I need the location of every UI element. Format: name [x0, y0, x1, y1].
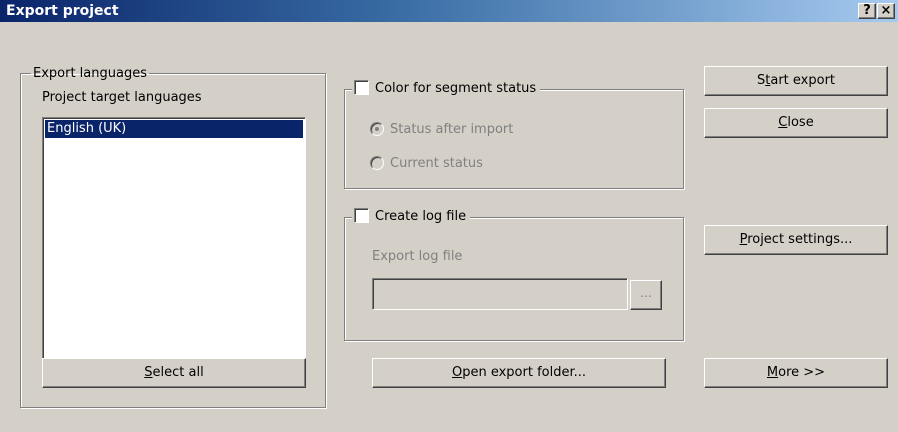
radio-current-status[interactable]: Current status: [370, 155, 483, 173]
export-languages-legend: Export languages: [33, 66, 147, 81]
radio-current-status-label: Current status: [390, 156, 483, 171]
radio-button-icon[interactable]: [370, 155, 384, 170]
project-target-languages-label: Project target languages: [42, 90, 202, 105]
project-settings-button[interactable]: Project settings...: [704, 225, 888, 255]
more-button[interactable]: More >>: [704, 358, 888, 388]
checkbox-box[interactable]: [354, 80, 369, 95]
checkbox-box[interactable]: [354, 208, 369, 223]
target-languages-listbox[interactable]: English (UK): [42, 117, 306, 369]
close-button[interactable]: Close: [704, 108, 888, 138]
browse-log-file-button[interactable]: ...: [630, 280, 662, 310]
select-all-button[interactable]: Select all: [42, 358, 306, 388]
export-log-file-input[interactable]: [372, 278, 628, 310]
dialog-body: Export languages Project target language…: [0, 22, 898, 432]
open-export-folder-button[interactable]: Open export folder...: [372, 358, 666, 388]
radio-button-icon[interactable]: [370, 121, 384, 136]
color-segment-status-checkbox[interactable]: Color for segment status: [352, 80, 541, 98]
start-export-button[interactable]: Start export: [704, 66, 888, 96]
window-title: Export project: [6, 3, 119, 19]
segment-status-group: [344, 89, 684, 189]
help-button[interactable]: ?: [858, 3, 876, 19]
export-log-file-label: Export log file: [372, 249, 463, 264]
list-item[interactable]: English (UK): [45, 120, 303, 138]
color-segment-status-label: Color for segment status: [375, 81, 537, 96]
create-log-file-label: Create log file: [375, 209, 467, 224]
close-window-button[interactable]: ×: [877, 3, 895, 19]
radio-status-after-import-label: Status after import: [390, 122, 514, 137]
create-log-file-checkbox[interactable]: Create log file: [352, 208, 471, 226]
radio-status-after-import[interactable]: Status after import: [370, 121, 513, 139]
title-bar: Export project ? ×: [0, 0, 898, 23]
